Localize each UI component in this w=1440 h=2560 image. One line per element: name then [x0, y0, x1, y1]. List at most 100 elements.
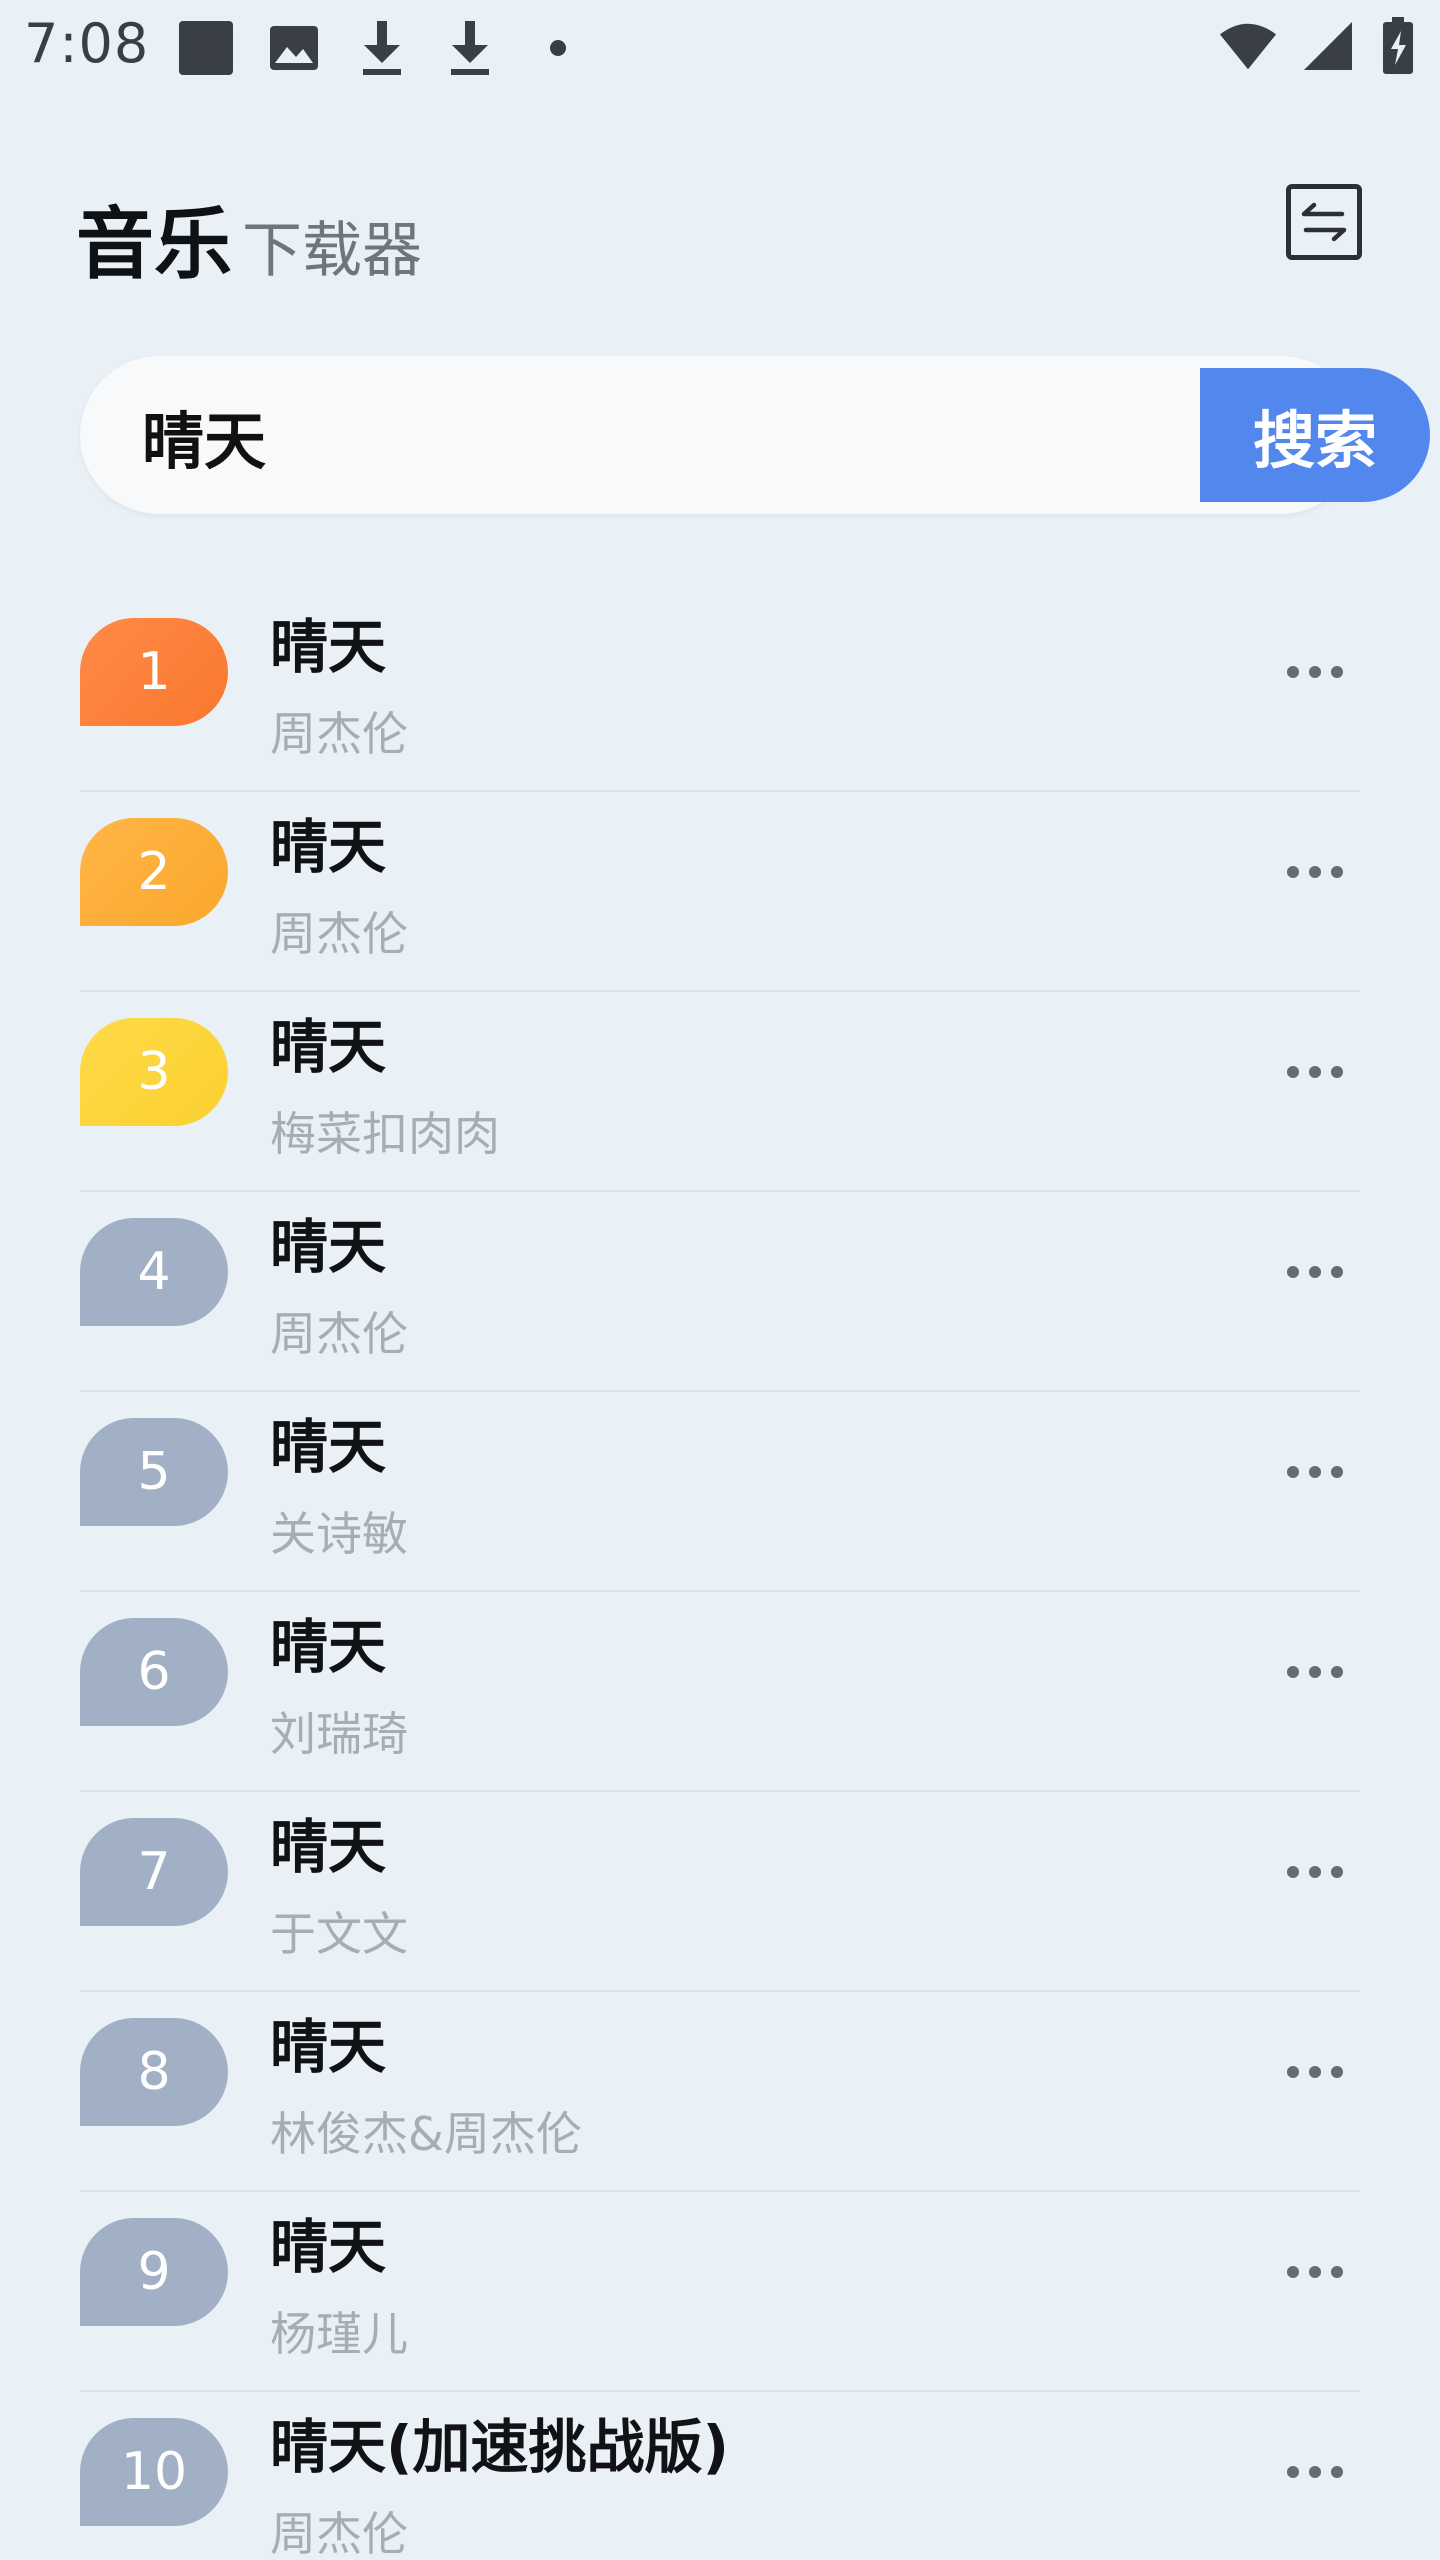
- more-options-icon[interactable]: [1270, 1042, 1360, 1102]
- more-dot: [1287, 1466, 1299, 1478]
- song-title: 晴天: [270, 1813, 387, 1881]
- song-title: 晴天: [270, 2013, 387, 2081]
- song-list-item[interactable]: 10 晴天(加速挑战版) 周杰伦: [80, 2392, 1360, 2560]
- song-title: 晴天: [270, 813, 387, 881]
- song-list-item[interactable]: 7 晴天于文文: [80, 1792, 1360, 1992]
- more-options-icon[interactable]: [1270, 1242, 1360, 1302]
- song-artist: 周杰伦: [270, 2507, 408, 2560]
- more-dot: [1287, 1066, 1299, 1078]
- song-title: 晴天: [270, 1613, 387, 1681]
- rank-badge: 2: [80, 818, 228, 926]
- song-artist: 林俊杰&周杰伦: [270, 2107, 582, 2161]
- more-dot: [1287, 866, 1299, 878]
- song-title: 晴天: [270, 1213, 387, 1281]
- rank-badge: 1: [80, 618, 228, 726]
- status-right-icons: [1218, 16, 1418, 76]
- rank-badge: 8: [80, 2018, 228, 2126]
- rank-badge: 9: [80, 2218, 228, 2326]
- more-options-icon[interactable]: [1270, 2442, 1360, 2502]
- song-list-item[interactable]: 3 晴天梅菜扣肉肉: [80, 992, 1360, 1192]
- more-dot: [1331, 2266, 1343, 2278]
- search-bar: 搜索: [80, 356, 1430, 516]
- song-list-item[interactable]: 2 晴天周杰伦: [80, 792, 1360, 992]
- more-dot: [1287, 2266, 1299, 2278]
- song-title: 晴天: [270, 2213, 387, 2281]
- more-dot: [1309, 2466, 1321, 2478]
- status-time: 7:08: [24, 12, 150, 75]
- song-list-item[interactable]: 4 晴天周杰伦: [80, 1192, 1360, 1392]
- song-artist: 杨瑾儿: [270, 2307, 408, 2361]
- song-title: 晴天: [270, 613, 387, 681]
- song-artist: 关诗敏: [270, 1507, 408, 1561]
- more-dot: [1331, 666, 1343, 678]
- song-list-item[interactable]: 1 晴天周杰伦: [80, 592, 1360, 792]
- song-artist: 于文文: [270, 1907, 408, 1961]
- more-options-icon[interactable]: [1270, 2242, 1360, 2302]
- more-dot: [1287, 2466, 1299, 2478]
- more-dot: [1287, 1866, 1299, 1878]
- download-icon: [352, 18, 412, 78]
- search-input[interactable]: [140, 356, 1144, 516]
- page-title-main: 音乐: [76, 200, 233, 290]
- rank-badge: 10: [80, 2418, 228, 2526]
- more-options-icon[interactable]: [1270, 642, 1360, 702]
- square-notification-icon: [176, 18, 236, 78]
- more-dot: [1309, 1266, 1321, 1278]
- more-dot: [1331, 2066, 1343, 2078]
- more-dot: [1309, 2066, 1321, 2078]
- download-icon: [440, 18, 500, 78]
- rank-badge: 5: [80, 1418, 228, 1526]
- song-list-item[interactable]: 6 晴天刘瑞琦: [80, 1592, 1360, 1792]
- song-artist: 周杰伦: [270, 1307, 408, 1361]
- more-options-icon[interactable]: [1270, 2042, 1360, 2102]
- page-title: 音乐 下载器: [76, 182, 422, 294]
- dot-icon: [528, 18, 588, 78]
- image-icon: [264, 18, 324, 78]
- more-dot: [1309, 666, 1321, 678]
- more-dot: [1309, 1066, 1321, 1078]
- battery-charging-icon: [1378, 16, 1418, 76]
- more-options-icon[interactable]: [1270, 1842, 1360, 1902]
- app-root: 7:08 音乐 下载器 晴天 搜索 1 晴天 周杰伦 2 晴天 周杰伦 3 晴天…: [0, 0, 1440, 2560]
- more-dot: [1331, 1666, 1343, 1678]
- more-options-icon[interactable]: [1270, 1442, 1360, 1502]
- song-list-item[interactable]: 8 晴天林俊杰&周杰伦: [80, 1992, 1360, 2192]
- song-title: 晴天: [270, 1413, 387, 1481]
- song-artist: 周杰伦: [270, 907, 408, 961]
- song-artist: 刘瑞琦: [270, 1707, 408, 1761]
- more-dot: [1331, 2466, 1343, 2478]
- search-button[interactable]: 搜索: [1200, 368, 1430, 502]
- switch-button[interactable]: [1286, 184, 1362, 260]
- more-dot: [1287, 666, 1299, 678]
- song-list: 1 晴天 周杰伦 2 晴天 周杰伦 3 晴天 梅菜扣肉肉 4 晴天 周杰伦 5 晴天 关诗敏 6 晴天 刘瑞琦 7 晴…: [80, 592, 1360, 2560]
- song-list-item[interactable]: 5 晴天关诗敏: [80, 1392, 1360, 1592]
- more-dot: [1287, 1666, 1299, 1678]
- more-dot: [1331, 866, 1343, 878]
- more-dot: [1309, 2266, 1321, 2278]
- more-dot: [1331, 1466, 1343, 1478]
- song-title: 晴天(加速挑战版): [270, 2413, 730, 2481]
- status-bar: 7:08: [0, 0, 1440, 100]
- more-options-icon[interactable]: [1270, 842, 1360, 902]
- song-list-item[interactable]: 9 晴天杨瑾儿: [80, 2192, 1360, 2392]
- rank-badge: 7: [80, 1818, 228, 1926]
- more-dot: [1331, 1866, 1343, 1878]
- rank-badge: 3: [80, 1018, 228, 1126]
- rank-badge: 6: [80, 1618, 228, 1726]
- more-dot: [1331, 1266, 1343, 1278]
- more-dot: [1331, 1066, 1343, 1078]
- more-dot: [1287, 1266, 1299, 1278]
- rank-badge: 4: [80, 1218, 228, 1326]
- more-dot: [1309, 866, 1321, 878]
- signal-icon: [1298, 16, 1358, 76]
- song-title: 晴天: [270, 1013, 387, 1081]
- status-left-icons: [176, 18, 588, 78]
- more-options-icon[interactable]: [1270, 1642, 1360, 1702]
- swap-icon: [1301, 202, 1347, 242]
- song-artist: 梅菜扣肉肉: [270, 1107, 500, 1161]
- song-artist: 周杰伦: [270, 707, 408, 761]
- more-dot: [1309, 1866, 1321, 1878]
- page-title-sub: 下载器: [242, 216, 423, 286]
- more-dot: [1309, 1466, 1321, 1478]
- more-dot: [1309, 1666, 1321, 1678]
